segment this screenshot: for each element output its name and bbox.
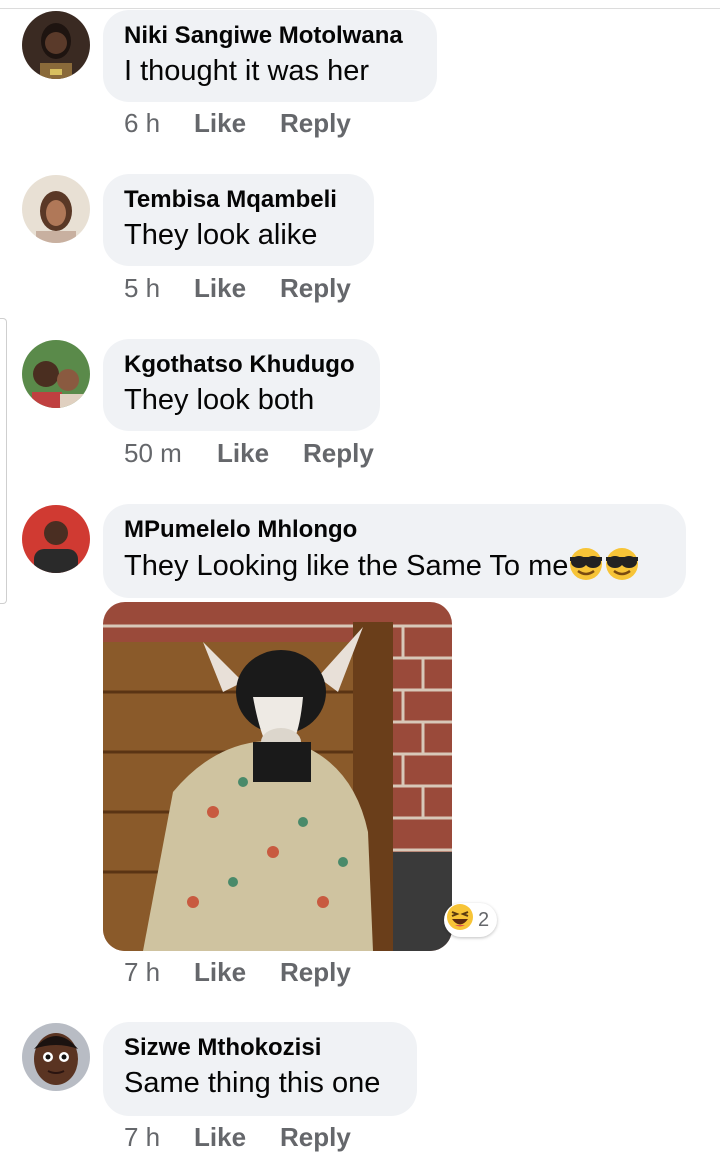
comment-text: I thought it was her (124, 55, 370, 87)
reply-button[interactable]: Reply (280, 957, 351, 987)
avatar[interactable] (22, 1023, 90, 1091)
comment-actions: 50 m Like Reply (124, 438, 374, 468)
timestamp: 5 h (124, 273, 161, 303)
comment-actions: 7 h Like Reply (124, 1122, 351, 1152)
like-button[interactable]: Like (194, 108, 280, 138)
laughing-emoji-icon (446, 903, 474, 937)
top-divider (0, 0, 720, 9)
sunglasses-emoji-icon (604, 547, 640, 590)
like-button[interactable]: Like (194, 273, 280, 303)
reply-button[interactable]: Reply (280, 108, 351, 138)
avatar[interactable] (22, 11, 90, 79)
commenter-name[interactable]: Niki Sangiwe Motolwana (124, 21, 416, 51)
comment-bubble: Tembisa Mqambeli They look alike (103, 174, 374, 266)
commenter-name[interactable]: Sizwe Mthokozisi (124, 1033, 396, 1063)
commenter-name[interactable]: Kgothatso Khudugo (124, 350, 359, 380)
comment-text: They Looking like the Same To me (124, 547, 665, 590)
comment-actions: 7 h Like Reply (124, 957, 351, 987)
commenter-name[interactable]: Tembisa Mqambeli (124, 185, 353, 215)
timestamp: 7 h (124, 1122, 161, 1152)
commenter-name[interactable]: MPumelelo Mhlongo (124, 515, 665, 545)
avatar[interactable] (22, 340, 90, 408)
timestamp: 50 m (124, 438, 182, 468)
like-button[interactable]: Like (194, 957, 280, 987)
reply-button[interactable]: Reply (303, 438, 374, 468)
comment-text-content: They Looking like the Same To me (124, 550, 569, 582)
scroll-edge (0, 318, 7, 604)
timestamp: 6 h (124, 108, 161, 138)
comment-bubble: Sizwe Mthokozisi Same thing this one (103, 1022, 417, 1116)
comment-bubble: Kgothatso Khudugo They look both (103, 339, 380, 431)
like-button[interactable]: Like (217, 438, 303, 468)
comment-bubble: MPumelelo Mhlongo They Looking like the … (103, 504, 686, 598)
reply-button[interactable]: Reply (280, 273, 351, 303)
comment-actions: 6 h Like Reply (124, 108, 351, 138)
reply-button[interactable]: Reply (280, 1122, 351, 1152)
comment-bubble: Niki Sangiwe Motolwana I thought it was … (103, 10, 437, 102)
comment-text: Same thing this one (124, 1067, 381, 1099)
comment-text: They look alike (124, 219, 318, 251)
reaction-badge[interactable]: 2 (444, 903, 498, 937)
comment-actions: 5 h Like Reply (124, 273, 351, 303)
reaction-count: 2 (478, 908, 490, 931)
comment-text: They look both (124, 384, 315, 416)
sunglasses-emoji-icon (568, 547, 604, 590)
timestamp: 7 h (124, 957, 161, 987)
avatar[interactable] (22, 505, 90, 573)
avatar[interactable] (22, 175, 90, 243)
like-button[interactable]: Like (194, 1122, 280, 1152)
attached-photo[interactable] (103, 602, 452, 951)
